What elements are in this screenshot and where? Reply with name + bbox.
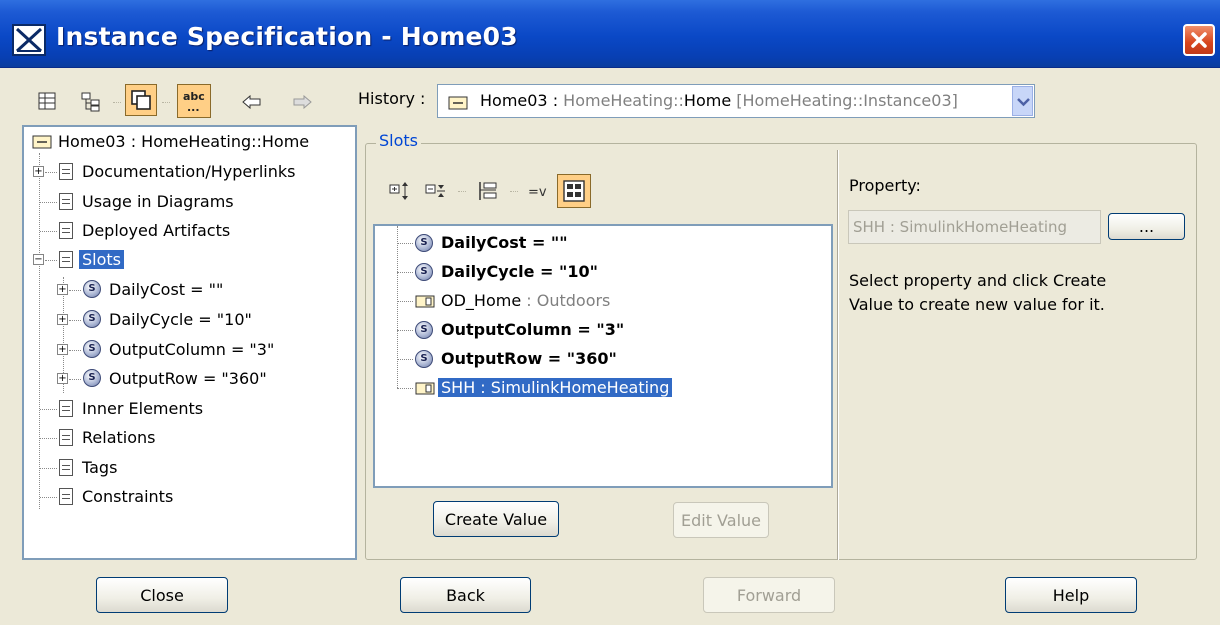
document-icon [59,400,73,417]
expand-icon[interactable]: + [57,314,68,325]
expand-icon[interactable]: + [33,166,44,177]
collapse-all-icon[interactable] [425,180,447,202]
tree-item-inner-elements[interactable]: Inner Elements [28,396,348,422]
history-value: Home03 : HomeHeating::Home [HomeHeating:… [480,91,958,110]
tree-item-slot[interactable]: + S DailyCycle = "10" [28,307,348,333]
slot-icon: S [83,340,101,358]
forward-arrow-icon[interactable] [292,94,312,110]
slots-group-title: Slots [376,131,421,150]
tree-item-relations[interactable]: Relations [28,425,348,451]
expand-all-icon[interactable] [389,180,411,202]
history-label: History : [358,89,426,108]
help-button[interactable]: Help [1005,577,1137,613]
group-icon[interactable] [477,180,499,202]
text-mode-icon[interactable]: abc... [177,84,211,118]
document-icon [59,429,73,446]
slot-icon: S [415,350,433,368]
slot-row[interactable]: S OutputRow = "360" [397,346,817,372]
part-icon [415,382,435,395]
document-icon [59,459,73,476]
slot-icon: S [415,321,433,339]
browse-property-button[interactable]: ... [1108,213,1185,240]
window-title: Instance Specification - Home03 [56,22,518,51]
tree-item-documentation[interactable]: + Documentation/Hyperlinks [28,159,348,185]
document-icon [59,251,73,268]
property-label: Property: [849,176,921,195]
slot-row[interactable]: S DailyCost = "" [397,230,817,256]
history-combo[interactable]: Home03 : HomeHeating::Home [HomeHeating:… [437,84,1035,118]
tree-item-slot[interactable]: + S DailyCost = "" [28,277,348,303]
dialog-app-icon [12,24,46,56]
element-tree[interactable]: Home03 : HomeHeating::Home + Documentati… [22,125,357,560]
close-icon[interactable] [1183,24,1215,56]
panel-divider [837,150,839,560]
slot-row-selected[interactable]: SHH : SimulinkHomeHeating [397,375,817,401]
slot-icon: S [83,369,101,387]
expand-icon[interactable]: + [57,284,68,295]
property-field: SHH : SimulinkHomeHeating [848,210,1101,244]
layout-icon[interactable] [557,174,591,208]
collapse-icon[interactable]: − [33,254,44,265]
tree-item-slot[interactable]: + S OutputRow = "360" [28,366,348,392]
show-values-icon[interactable]: =v [528,182,554,202]
instance-icon [448,95,468,114]
table-view-icon[interactable] [38,92,56,110]
expand-icon[interactable]: + [57,373,68,384]
back-arrow-icon[interactable] [242,94,262,110]
svg-text:=v: =v [528,185,547,200]
slot-icon: S [83,280,101,298]
document-icon [59,222,73,239]
property-hint: Value to create new value for it. [849,295,1105,314]
chevron-down-icon[interactable] [1012,86,1033,116]
svg-text:...: ... [187,101,200,114]
slot-row[interactable]: OD_Home : Outdoors [397,288,817,314]
tree-item-tags[interactable]: Tags [28,455,348,481]
tree-view-icon[interactable] [80,91,102,113]
tree-item-constraints[interactable]: Constraints [28,484,348,510]
slot-icon: S [415,234,433,252]
expand-icon[interactable]: + [57,344,68,355]
back-button[interactable]: Back [400,577,531,613]
forward-button[interactable]: Forward [703,577,835,613]
document-icon [59,488,73,505]
document-icon [59,163,73,180]
tree-item-deployed[interactable]: Deployed Artifacts [28,218,348,244]
title-bar: Instance Specification - Home03 [0,0,1220,68]
edit-value-button[interactable]: Edit Value [673,502,769,538]
compact-mode-icon[interactable] [125,84,157,116]
create-value-button[interactable]: Create Value [433,501,559,537]
tree-item-slot[interactable]: + S OutputColumn = "3" [28,337,348,363]
slot-row[interactable]: S OutputColumn = "3" [397,317,817,343]
slot-icon: S [83,310,101,328]
slot-icon: S [415,263,433,281]
part-icon [415,295,435,308]
slots-list[interactable]: S DailyCost = "" S DailyCycle = "10" OD_… [373,224,833,488]
property-hint: Select property and click Create [849,271,1107,290]
instance-icon [32,135,52,149]
tree-root[interactable]: Home03 : HomeHeating::Home [30,129,350,155]
close-button[interactable]: Close [96,577,228,613]
tree-item-usage[interactable]: Usage in Diagrams [28,189,348,215]
slot-row[interactable]: S DailyCycle = "10" [397,259,817,285]
tree-item-slots[interactable]: − Slots [28,247,348,273]
document-icon [59,193,73,210]
